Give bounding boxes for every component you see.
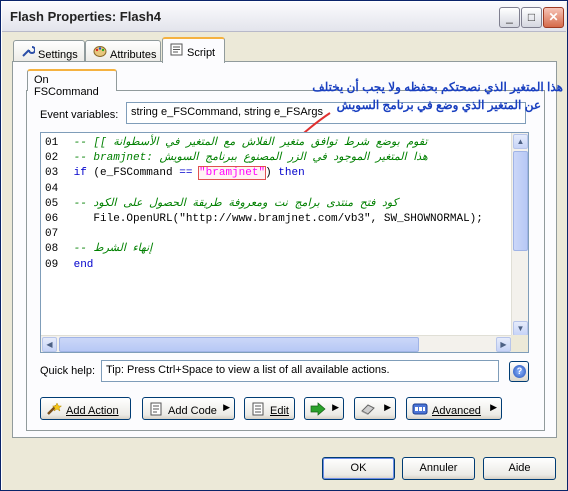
minimize-button[interactable]: _: [499, 7, 520, 28]
tab-attributes[interactable]: Attributes: [85, 40, 161, 62]
cancel-button[interactable]: Annuler: [402, 457, 475, 480]
window-title: Flash Properties: Flash4: [10, 9, 161, 24]
vertical-scroll-thumb[interactable]: [513, 151, 528, 251]
code-line: 07: [45, 227, 483, 242]
scroll-down-button[interactable]: ▼: [513, 321, 528, 336]
quick-help-field: Tip: Press Ctrl+Space to view a list of …: [101, 360, 499, 382]
tab-attributes-label: Attributes: [110, 49, 157, 61]
dropdown-arrow-icon: ▶: [223, 402, 230, 412]
tab-settings-label: Settings: [38, 49, 78, 61]
tab-script[interactable]: Script: [162, 37, 225, 63]
line-number: 05: [45, 197, 59, 210]
code-line: 09 end: [45, 258, 483, 273]
tab-settings[interactable]: Settings: [13, 40, 85, 62]
tab-on-fscommand[interactable]: On FSCommand: [27, 69, 117, 98]
scroll-right-button[interactable]: ▶: [496, 337, 511, 352]
code-page-icon: [147, 402, 164, 416]
code-text: -- إنهاء الشرط: [73, 243, 153, 256]
line-number: 08: [45, 243, 59, 256]
horizontal-scroll-thumb[interactable]: [59, 337, 419, 352]
help-button[interactable]: Aide: [483, 457, 556, 480]
code-line: 04: [45, 182, 483, 197]
tools-button[interactable]: ▶: [354, 397, 396, 420]
script-editor[interactable]: 01 -- [[ تقوم بوضع شرط توافق متغير الفلا…: [40, 132, 529, 353]
line-number: 02: [45, 152, 59, 165]
code-keyword: then: [278, 167, 305, 180]
dropdown-arrow-icon: ▶: [332, 402, 339, 412]
annotation-line-2: عن المتغير الذي وضع في برنامج السويش: [336, 98, 541, 112]
advanced-label: Advanced: [432, 405, 481, 417]
code-line: 02 -- bramjnet: هذا المتغير الموجود في ا…: [45, 151, 483, 166]
flash-properties-window: Flash Properties: Flash4 _ □ ✕ Settings …: [0, 0, 568, 491]
advanced-button[interactable]: Advanced ▶: [406, 397, 502, 420]
dropdown-arrow-icon: ▶: [384, 402, 391, 412]
edit-label: Edit: [270, 405, 289, 417]
tab-script-label: Script: [187, 47, 216, 59]
code-text: -- كود فتح منتدى برامج نت ومعروفة طريقة …: [73, 197, 398, 210]
wrench-icon: [20, 45, 36, 61]
magic-wand-icon: [45, 402, 62, 416]
horizontal-scrollbar[interactable]: ◀ ▶: [41, 335, 512, 352]
scroll-left-button[interactable]: ◀: [42, 337, 57, 352]
title-bar[interactable]: Flash Properties: Flash4 _ □ ✕: [2, 2, 566, 32]
code-keyword: if: [73, 167, 87, 180]
close-button[interactable]: ✕: [543, 7, 564, 28]
code-keyword: end: [73, 258, 94, 271]
maximize-button[interactable]: □: [521, 7, 542, 28]
code-text: -- bramjnet: هذا المتغير الموجود في الزر…: [73, 152, 428, 165]
line-number: 03: [45, 167, 59, 180]
code-lines: 01 -- [[ تقوم بوضع شرط توافق متغير الفلا…: [45, 136, 483, 273]
vertical-scrollbar[interactable]: ▲ ▼: [511, 133, 528, 337]
code-text: File.OpenURL("http://www.bramjnet.com/vb…: [67, 212, 483, 225]
line-number: 07: [45, 228, 59, 241]
code-line: 01 -- [[ تقوم بوضع شرط توافق متغير الفلا…: [45, 136, 483, 151]
green-arrow-icon: [309, 402, 326, 416]
code-line: 08 -- إنهاء الشرط: [45, 242, 483, 257]
eraser-icon: [359, 402, 376, 416]
edit-page-icon: [249, 402, 266, 416]
ok-button[interactable]: OK: [322, 457, 395, 480]
help-icon[interactable]: ?: [509, 361, 529, 382]
event-variables-label: Event variables:: [40, 109, 119, 121]
move-button[interactable]: ▶: [304, 397, 344, 420]
code-string: "bramjnet": [198, 166, 267, 181]
code-text: -- [[ تقوم بوضع شرط توافق متغير الفلاش م…: [73, 137, 428, 149]
line-number: 01: [45, 137, 59, 149]
quick-help-label: Quick help:: [40, 365, 96, 377]
script-icon: [169, 43, 184, 59]
code-text: ): [265, 167, 279, 180]
scroll-up-button[interactable]: ▲: [513, 134, 528, 149]
code-operator: ==: [179, 167, 193, 180]
code-line: 05 -- كود فتح منتدى برامج نت ومعروفة طري…: [45, 197, 483, 212]
line-number: 09: [45, 258, 59, 271]
advanced-icon: [411, 402, 428, 416]
dropdown-arrow-icon: ▶: [490, 402, 497, 412]
add-action-button[interactable]: Add Action: [40, 397, 131, 420]
annotation-line-1: هذا المتغير الذي نصحتكم بحفظه ولا يجب أن…: [312, 80, 563, 94]
line-number: 06: [45, 212, 59, 225]
edit-button[interactable]: Edit: [244, 397, 295, 420]
line-number: 04: [45, 182, 59, 195]
code-text: (e_FSCommand: [86, 167, 180, 180]
add-action-label: Add Action: [66, 405, 119, 417]
code-line: 06 File.OpenURL("http://www.bramjnet.com…: [45, 212, 483, 227]
code-line: 03 if (e_FSCommand == "bramjnet") then: [45, 166, 483, 181]
add-code-button[interactable]: Add Code ▶: [142, 397, 235, 420]
palette-icon: [92, 45, 107, 61]
add-code-label: Add Code: [168, 405, 217, 417]
scrollbar-corner: [511, 335, 528, 352]
